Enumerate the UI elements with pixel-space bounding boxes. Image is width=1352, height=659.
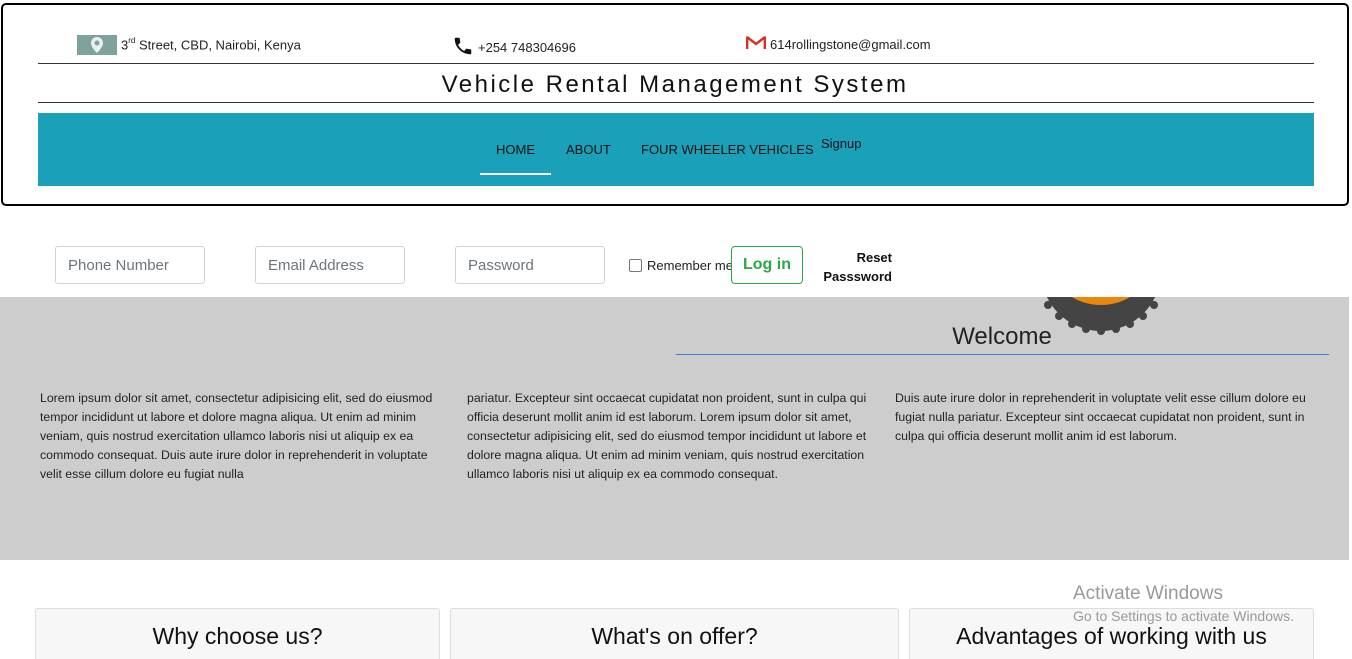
reset-line1: Reset bbox=[856, 250, 892, 265]
address-contact: 3rd Street, CBD, Nairobi, Kenya bbox=[77, 35, 301, 55]
title-bottom-rule bbox=[38, 102, 1314, 103]
activate-windows-title: Activate Windows bbox=[1073, 583, 1223, 604]
remember-me-label: Remember me bbox=[647, 258, 733, 273]
gmail-icon bbox=[746, 35, 766, 53]
phone-contact: +254 748304696 bbox=[452, 35, 576, 60]
phone-text: +254 748304696 bbox=[478, 40, 576, 55]
welcome-heading: Welcome bbox=[952, 323, 1052, 350]
email-contact: 614rollingstone@gmail.com bbox=[746, 35, 931, 53]
title-top-rule bbox=[38, 63, 1314, 64]
page-title: Vehicle Rental Management System bbox=[441, 71, 909, 98]
welcome-column-1: Lorem ipsum dolor sit amet, consectetur … bbox=[40, 391, 433, 481]
nav-four-wheeler-vehicles[interactable]: FOUR WHEELER VEHICLES bbox=[641, 142, 814, 157]
location-pin-icon bbox=[77, 35, 117, 55]
welcome-section: Welcome Lorem ipsum dolor sit amet, cons… bbox=[0, 297, 1349, 560]
phone-icon bbox=[452, 35, 474, 60]
login-button[interactable]: Log in bbox=[731, 246, 803, 284]
phone-number-input[interactable] bbox=[55, 246, 205, 284]
welcome-column-3: Duis aute irure dolor in reprehenderit i… bbox=[895, 391, 1306, 443]
login-form: Remember me Log in Reset Passsword bbox=[0, 236, 1352, 296]
nav-about[interactable]: ABOUT bbox=[566, 142, 611, 157]
reset-password-link[interactable]: Reset Passsword bbox=[820, 248, 892, 286]
why-choose-us-card: Why choose us? bbox=[35, 608, 440, 659]
nav-home[interactable]: HOME bbox=[480, 142, 551, 175]
remember-me-checkbox[interactable] bbox=[629, 259, 642, 272]
nav-signup[interactable]: Signup bbox=[821, 136, 861, 151]
password-input[interactable] bbox=[455, 246, 605, 284]
welcome-underline bbox=[676, 354, 1329, 355]
activate-windows-subtitle: Go to Settings to activate Windows. bbox=[1073, 608, 1294, 624]
whats-on-offer-card: What's on offer? bbox=[450, 608, 899, 659]
site-header: 3rd Street, CBD, Nairobi, Kenya +254 748… bbox=[1, 3, 1349, 206]
remember-me[interactable]: Remember me bbox=[629, 258, 733, 273]
address-text: 3rd Street, CBD, Nairobi, Kenya bbox=[121, 36, 301, 53]
main-navbar: HOME ABOUT FOUR WHEELER VEHICLES Signup bbox=[38, 113, 1314, 186]
reset-line2: Passsword bbox=[823, 269, 892, 284]
email-address-input[interactable] bbox=[255, 246, 405, 284]
welcome-column-2: pariatur. Excepteur sint occaecat cupida… bbox=[467, 391, 867, 481]
contact-bar: 3rd Street, CBD, Nairobi, Kenya +254 748… bbox=[3, 5, 1347, 65]
email-text[interactable]: 614rollingstone@gmail.com bbox=[770, 37, 931, 52]
